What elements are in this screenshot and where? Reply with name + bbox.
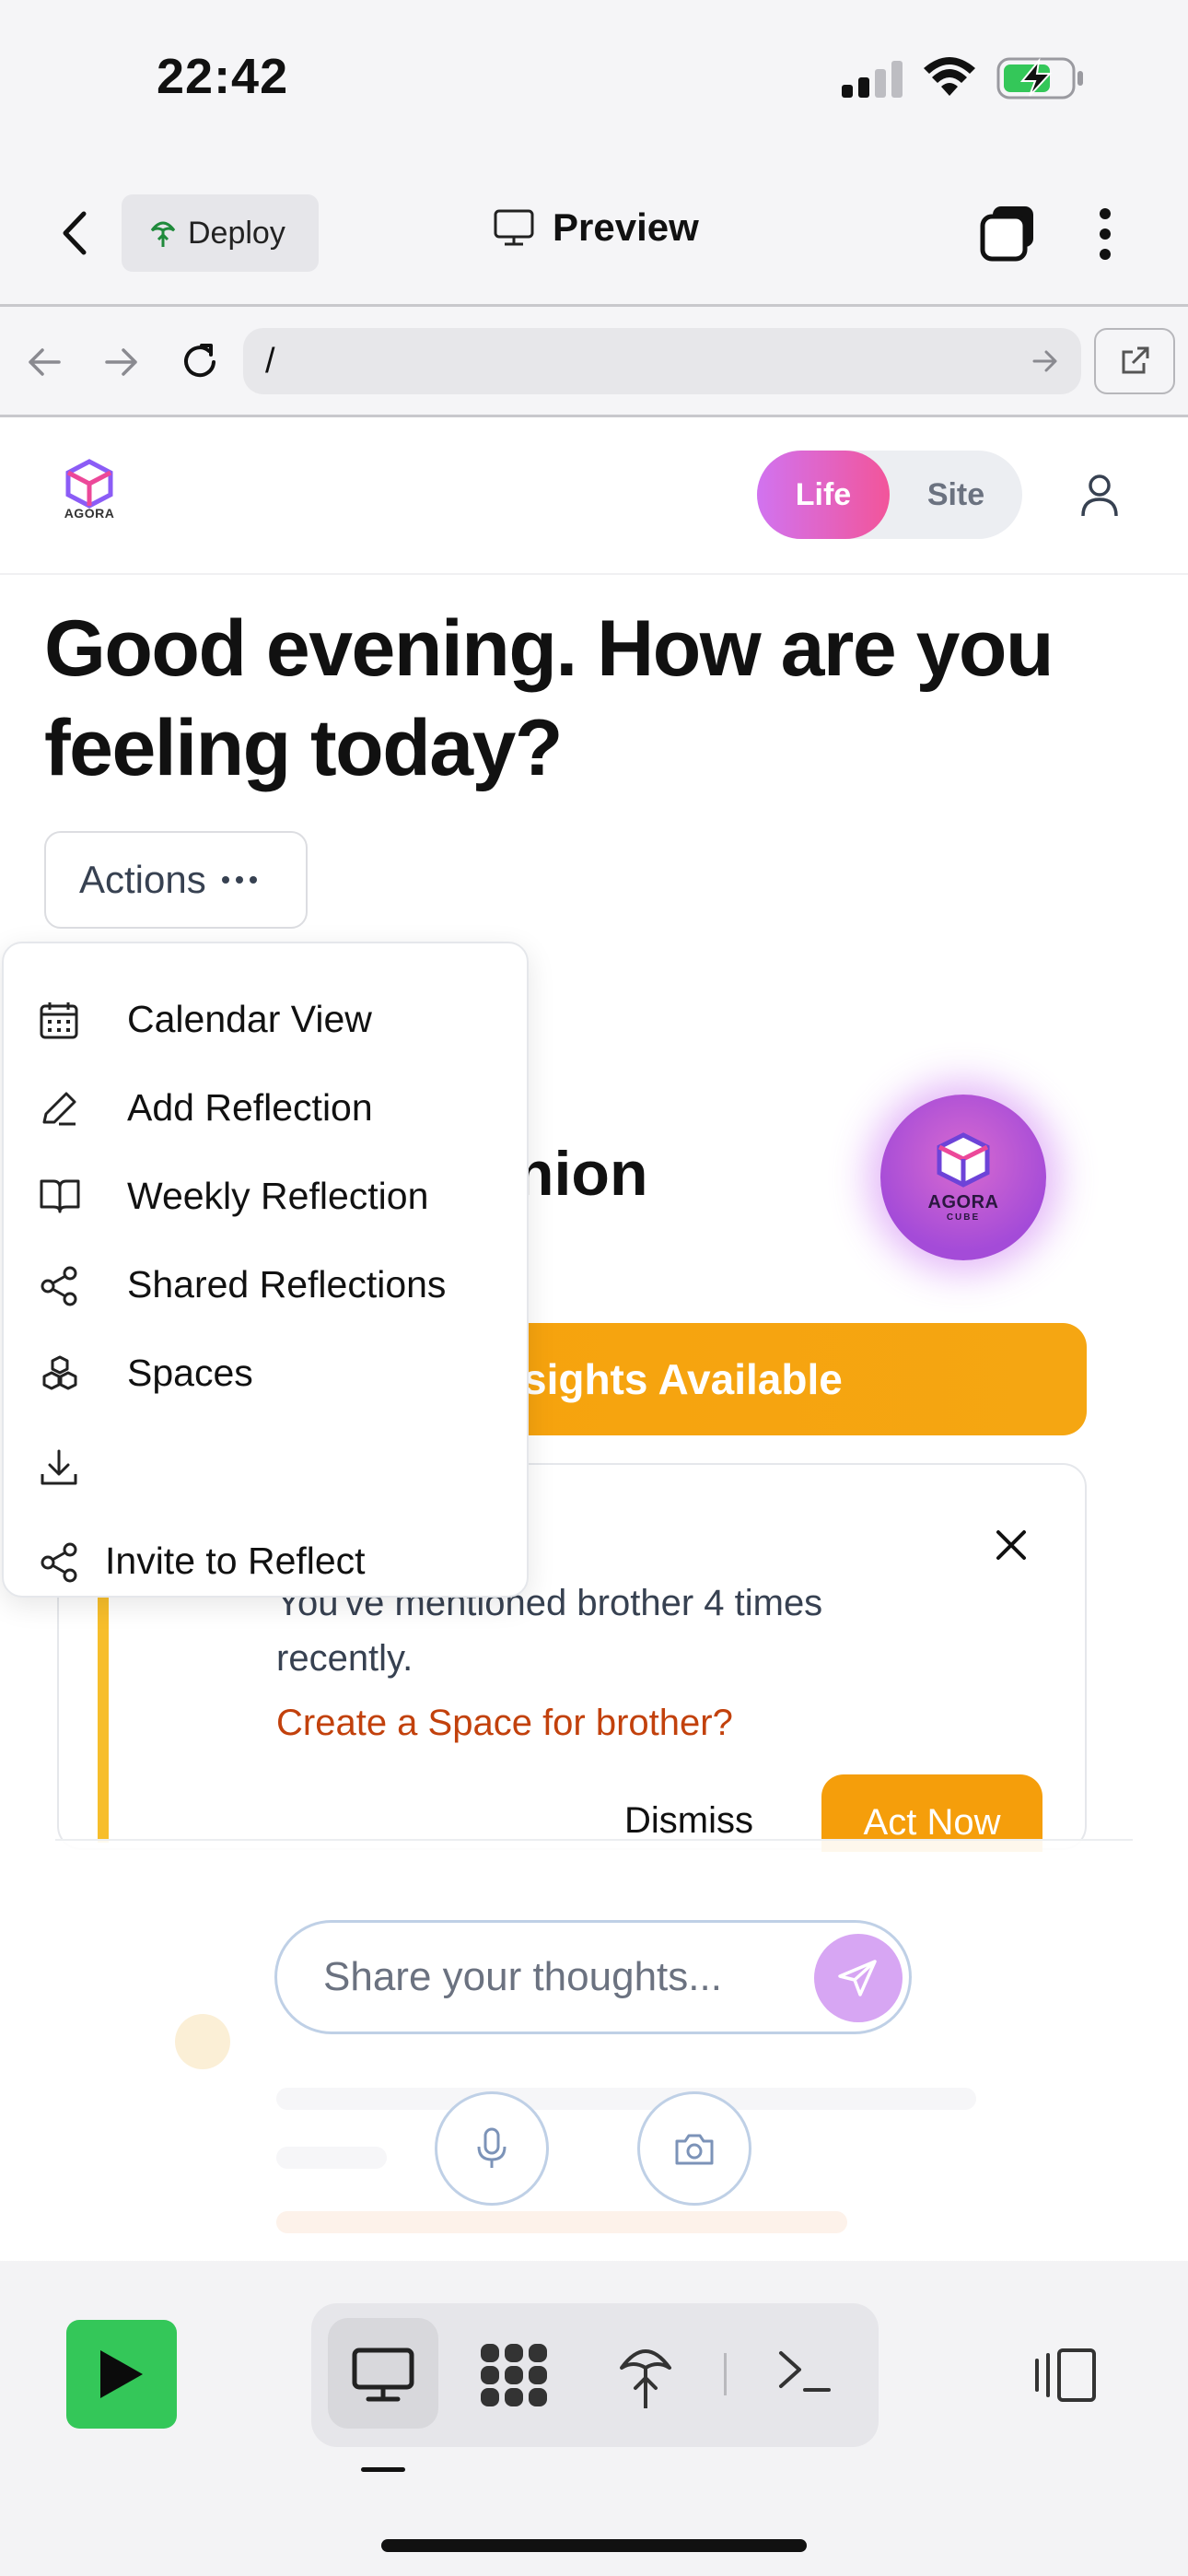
close-icon[interactable] — [991, 1525, 1031, 1565]
divider — [0, 304, 1188, 307]
menu-item-shared-reflections[interactable]: Shared Reflections — [4, 1240, 527, 1329]
greeting-heading: Good evening. How are you feeling today? — [44, 604, 1054, 792]
faded-text-line — [276, 2147, 387, 2169]
tab-divider — [724, 2353, 727, 2395]
signal-icon — [842, 61, 903, 98]
microphone-button[interactable] — [435, 2091, 549, 2206]
toggle-life[interactable]: Life — [757, 451, 890, 539]
menu-item-label: Spaces — [127, 1351, 253, 1394]
run-button[interactable] — [66, 2320, 177, 2429]
home-indicator — [381, 2539, 807, 2552]
microphone-icon — [475, 2126, 508, 2171]
agora-logo-icon[interactable] — [57, 458, 122, 532]
wifi-icon — [923, 57, 976, 98]
orb-logo-text: AGORA — [927, 1192, 999, 1212]
play-icon — [97, 2347, 146, 2402]
more-vertical-icon[interactable] — [1098, 206, 1112, 262]
preview-title: Preview — [494, 205, 699, 250]
deploy-tab-icon[interactable] — [619, 2340, 672, 2410]
menu-item-label: Shared Reflections — [127, 1262, 447, 1306]
download-icon — [39, 1448, 79, 1487]
calendar-icon — [39, 1001, 79, 1039]
send-icon — [836, 1956, 880, 2000]
desktop-icon — [352, 2348, 414, 2403]
book-icon — [39, 1177, 81, 1214]
menu-item-label: Add Reflection — [127, 1085, 373, 1129]
pen-icon — [39, 1089, 79, 1128]
faded-avatar — [175, 2014, 230, 2069]
deploy-icon — [149, 217, 177, 249]
menu-item-weekly-reflection[interactable]: Weekly Reflection — [4, 1152, 527, 1240]
preview-label: Preview — [553, 205, 699, 249]
url-bar[interactable]: / — [243, 328, 1081, 394]
share-icon — [39, 1542, 79, 1583]
dismiss-button[interactable]: Dismiss — [624, 1800, 753, 1842]
terminal-icon[interactable] — [777, 2349, 833, 2394]
menu-item-invite-to-reflect[interactable]: Invite to Reflect — [4, 1516, 527, 1605]
logo-text: AGORA — [64, 506, 115, 521]
more-horizontal-icon — [221, 875, 258, 884]
camera-button[interactable] — [637, 2091, 751, 2206]
faded-text-line — [276, 2211, 847, 2233]
insights-available-banner[interactable]: sights Available — [501, 1323, 1087, 1435]
cubes-icon — [39, 1354, 81, 1395]
url-text: / — [265, 341, 275, 381]
faded-text-line — [276, 2088, 976, 2110]
menu-item-label: Calendar View — [127, 997, 372, 1040]
user-profile-icon[interactable] — [1077, 472, 1122, 520]
reload-icon[interactable] — [179, 341, 221, 383]
deploy-button[interactable]: Deploy — [122, 194, 319, 272]
thoughts-placeholder: Share your thoughts... — [323, 1954, 722, 1999]
actions-menu: Calendar View Add Reflection Weekly Refl… — [2, 942, 529, 1598]
deploy-label: Deploy — [188, 215, 285, 251]
external-link-icon — [1118, 345, 1151, 378]
actions-button[interactable]: Actions — [44, 831, 308, 929]
menu-item-add-reflection[interactable]: Add Reflection — [4, 1063, 527, 1152]
orb-logo-subtext: CUBE — [946, 1212, 981, 1223]
menu-item-calendar-view[interactable]: Calendar View — [4, 975, 527, 1063]
menu-item-label: Weekly Reflection — [127, 1174, 429, 1217]
monitor-icon — [494, 209, 534, 246]
tabs-icon[interactable] — [980, 205, 1037, 262]
back-chevron-icon[interactable] — [61, 210, 88, 256]
divider — [0, 573, 1188, 575]
agora-cube-icon — [932, 1131, 995, 1188]
nav-back-icon[interactable] — [26, 346, 63, 378]
active-tab-indicator — [361, 2467, 405, 2472]
actions-label: Actions — [79, 858, 206, 901]
grid-blocks-icon[interactable] — [479, 2342, 549, 2408]
status-time: 22:42 — [157, 49, 289, 104]
camera-icon — [673, 2130, 716, 2167]
go-arrow-icon[interactable] — [1031, 348, 1059, 374]
split-view-icon[interactable] — [1033, 2348, 1098, 2403]
battery-icon — [996, 57, 1085, 100]
insights-label: sights Available — [523, 1355, 843, 1403]
menu-item-download[interactable] — [4, 1423, 527, 1511]
share-icon — [39, 1266, 79, 1306]
menu-item-spaces[interactable]: Spaces — [4, 1329, 527, 1417]
send-button[interactable] — [814, 1934, 903, 2022]
section-heading: nion — [516, 1139, 648, 1209]
menu-item-label: Invite to Reflect — [105, 1539, 366, 1582]
toggle-site[interactable]: Site — [890, 451, 1022, 539]
divider — [55, 1839, 1133, 1841]
nav-forward-icon[interactable] — [103, 346, 140, 378]
create-space-link[interactable]: Create a Space for brother? — [276, 1703, 733, 1744]
open-external-button[interactable] — [1094, 328, 1175, 394]
